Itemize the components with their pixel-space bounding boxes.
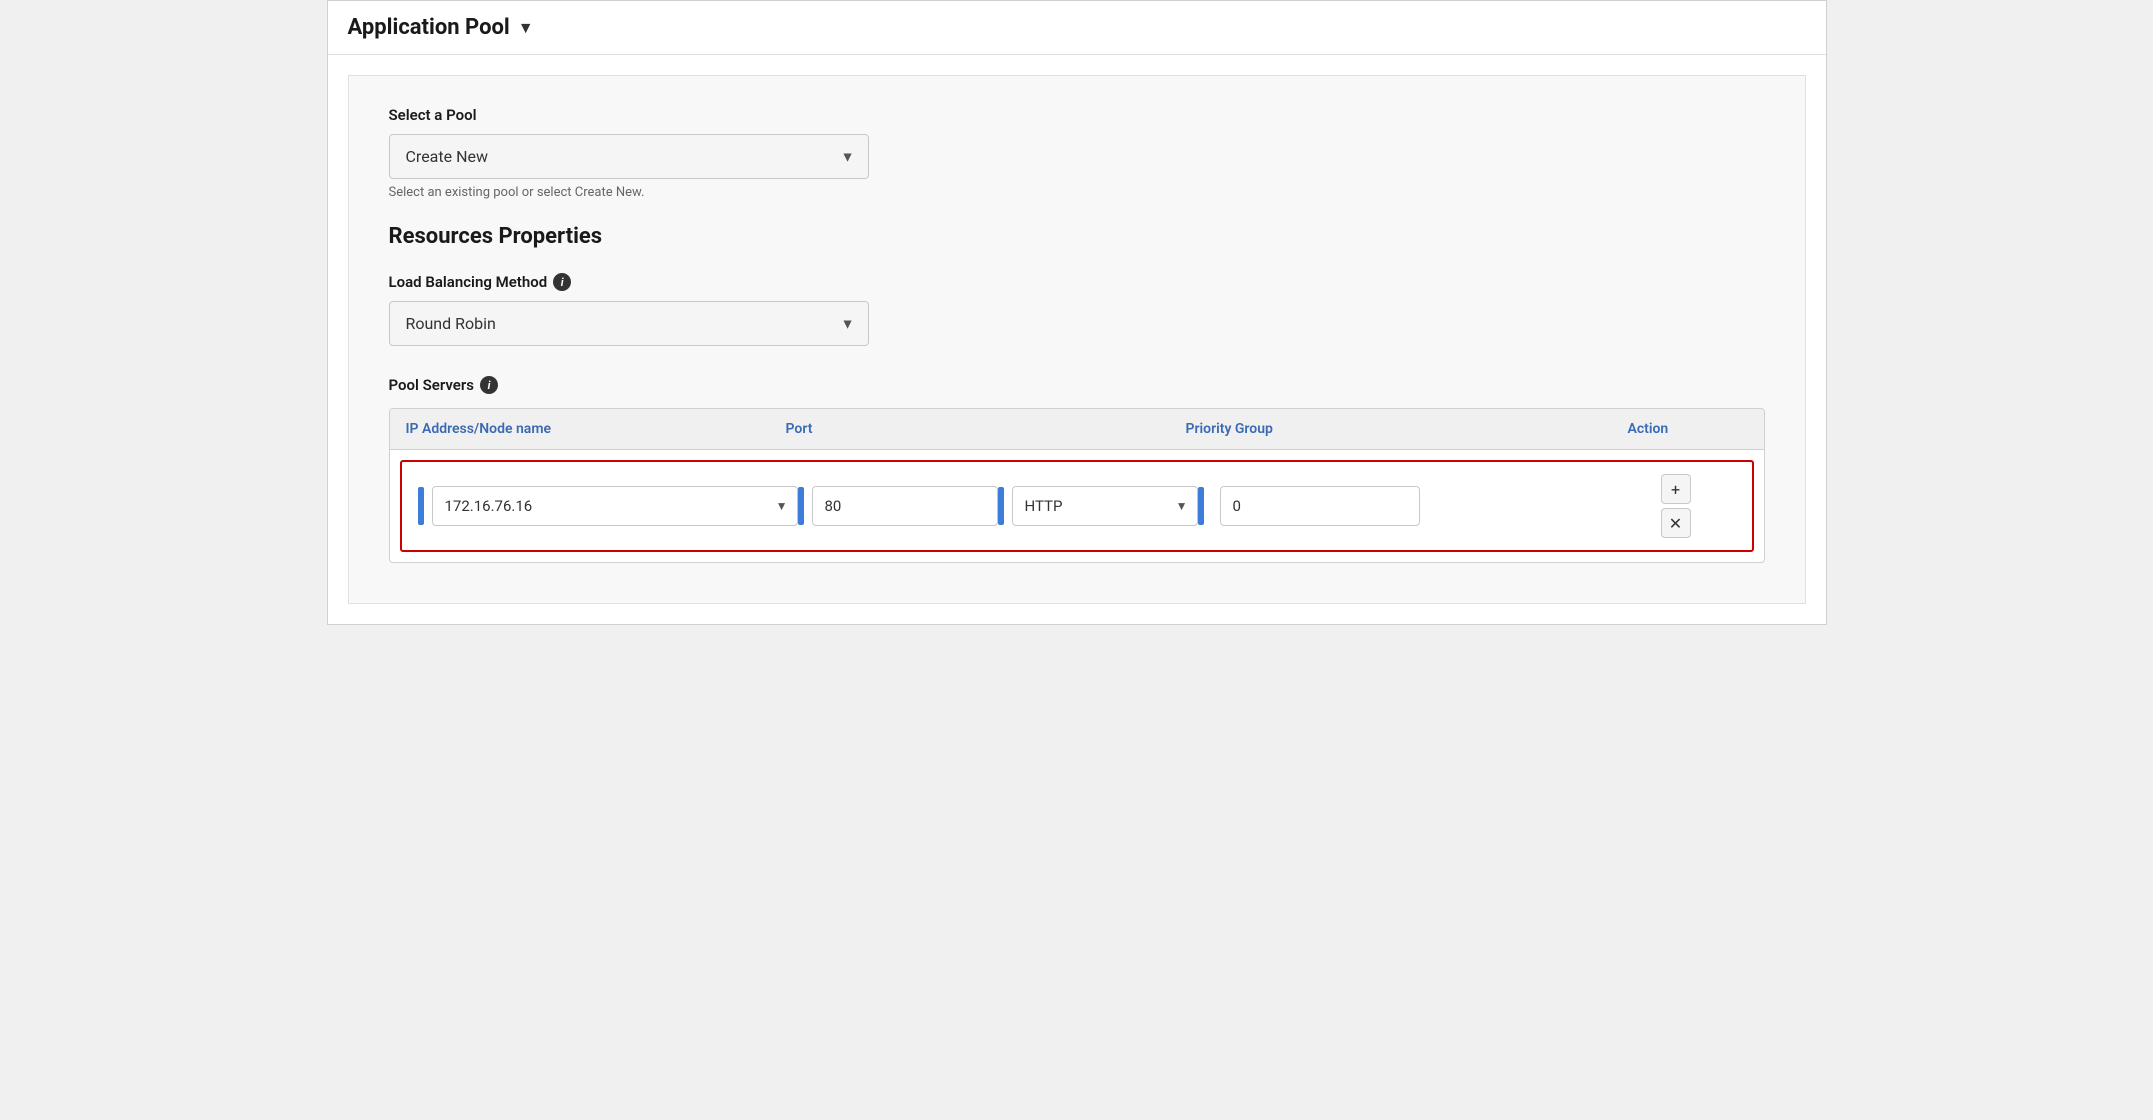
ip-drag-handle <box>418 487 424 525</box>
pool-servers-info-icon[interactable]: i <box>480 376 498 394</box>
page-header: Application Pool ▼ <box>328 1 1826 55</box>
page-title: Application Pool <box>348 15 510 40</box>
priority-cell <box>1198 486 1616 526</box>
table-row: 172.16.76.16 ▼ <box>400 460 1754 552</box>
col-header-protocol <box>986 421 1186 437</box>
load-balancing-select[interactable]: Round Robin Least Connections IP Hash <box>389 301 869 346</box>
load-balancing-info-icon[interactable]: i <box>553 273 571 291</box>
col-header-ip: IP Address/Node name <box>406 421 786 437</box>
col-header-port: Port <box>786 421 986 437</box>
port-drag-handle <box>798 487 804 525</box>
priority-drag-handle <box>1198 487 1204 525</box>
ip-select-wrapper: 172.16.76.16 ▼ <box>432 486 798 526</box>
main-container: Application Pool ▼ Select a Pool Create … <box>327 0 1827 625</box>
resources-title: Resources Properties <box>389 224 1765 249</box>
ip-select[interactable]: 172.16.76.16 <box>432 486 798 526</box>
chevron-down-icon[interactable]: ▼ <box>518 18 534 38</box>
select-pool-label: Select a Pool <box>389 106 1765 124</box>
port-cell <box>798 486 998 526</box>
col-header-priority: Priority Group <box>1186 421 1628 437</box>
col-header-action: Action <box>1628 421 1748 437</box>
pool-servers-table: IP Address/Node name Port Priority Group… <box>389 408 1765 563</box>
protocol-cell: HTTP HTTPS TCP ▼ <box>998 486 1198 526</box>
load-balancing-select-wrapper: Round Robin Least Connections IP Hash ▼ <box>389 301 869 346</box>
action-buttons: + ✕ <box>1616 474 1736 538</box>
port-input[interactable] <box>812 486 998 526</box>
protocol-select[interactable]: HTTP HTTPS TCP <box>1012 486 1198 526</box>
content-area: Select a Pool Create New Pool 1 Pool 2 ▼… <box>348 75 1806 604</box>
add-row-button[interactable]: + <box>1661 474 1691 504</box>
protocol-select-wrapper: HTTP HTTPS TCP ▼ <box>1012 486 1198 526</box>
pool-select[interactable]: Create New Pool 1 Pool 2 <box>389 134 869 179</box>
ip-cell: 172.16.76.16 ▼ <box>418 486 798 526</box>
load-balancing-label: Load Balancing Method i <box>389 273 1765 291</box>
priority-input[interactable] <box>1220 486 1420 526</box>
pool-select-wrapper: Create New Pool 1 Pool 2 ▼ <box>389 134 869 179</box>
pool-servers-section: Pool Servers i IP Address/Node name Port… <box>389 376 1765 563</box>
protocol-drag-handle <box>998 487 1004 525</box>
table-header: IP Address/Node name Port Priority Group… <box>390 409 1764 450</box>
pool-hint-text: Select an existing pool or select Create… <box>389 185 1765 200</box>
remove-row-button[interactable]: ✕ <box>1661 508 1691 538</box>
pool-servers-label: Pool Servers i <box>389 376 1765 394</box>
